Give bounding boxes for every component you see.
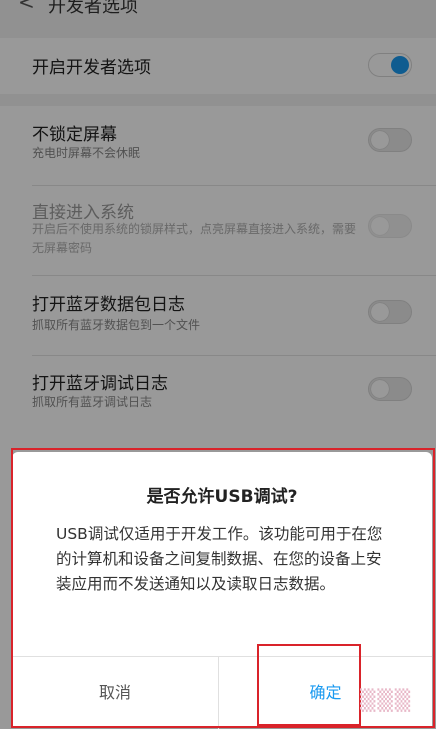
watermark: ▒▒▒ xyxy=(360,688,413,712)
dialog-message: USB调试仅适用于开发工作。该功能可用于在您的计算机和设备之间复制数据、在您的设… xyxy=(56,525,383,593)
dialog-title: 是否允许USB调试? xyxy=(146,487,298,507)
usb-debug-dialog: 是否允许USB调试? USB调试仅适用于开发工作。该功能可用于在您的计算机和设备… xyxy=(12,452,432,729)
cancel-button[interactable]: 取消 xyxy=(12,657,219,729)
